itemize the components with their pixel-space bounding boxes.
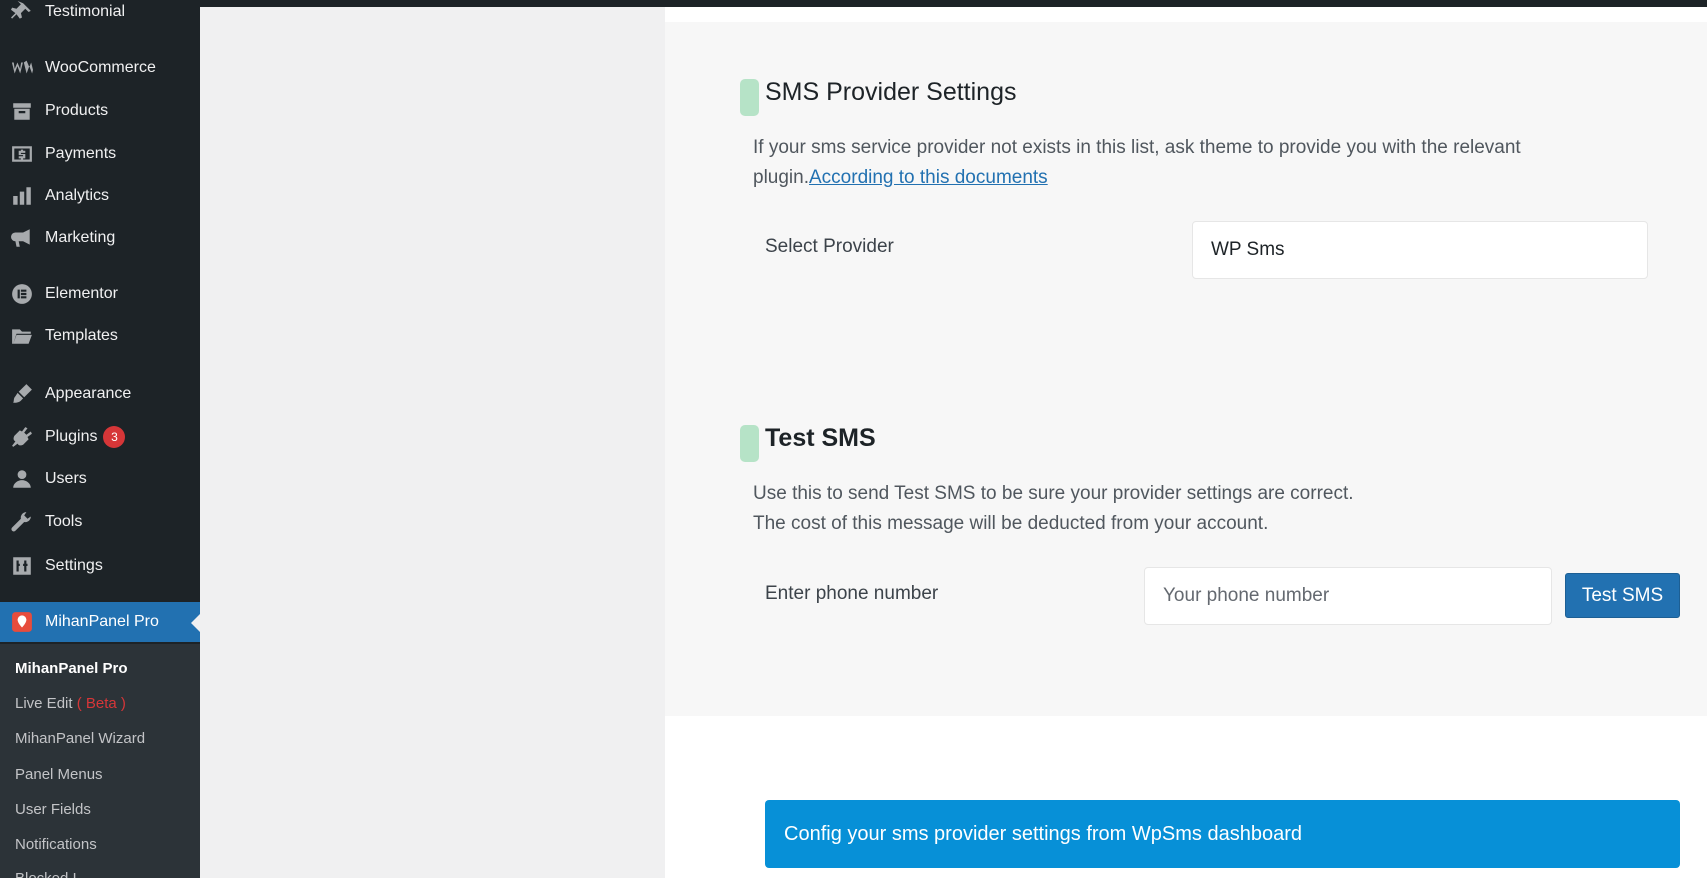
submenu-item-live-edit[interactable]: Live Edit ( Beta ) <box>15 695 126 712</box>
brush-icon <box>10 382 34 406</box>
sidebar-item-payments[interactable]: Payments <box>0 134 200 174</box>
description-line: The cost of this message will be deducte… <box>753 513 1269 534</box>
sidebar-item-label: Analytics <box>45 187 110 204</box>
sidebar-item-label: Users <box>45 470 87 487</box>
beta-tag: ( Beta ) <box>76 695 126 712</box>
sidebar-item-label: WooCommerce <box>45 59 156 76</box>
description-line: Use this to send Test SMS to be sure you… <box>753 483 1354 504</box>
provider-select[interactable]: WP Sms <box>1192 221 1648 279</box>
mihanpanel-icon <box>10 610 34 634</box>
sidebar-item-mihanpanel-pro[interactable]: MihanPanel Pro <box>0 602 200 642</box>
wpsms-config-notice[interactable]: Config your sms provider settings from W… <box>765 800 1680 868</box>
test-sms-description: Use this to send Test SMS to be sure you… <box>753 479 1653 539</box>
phone-number-label: Enter phone number <box>765 583 939 604</box>
submenu-item-panel-menus[interactable]: Panel Menus <box>15 766 103 783</box>
submenu-item-user-fields[interactable]: User Fields <box>15 801 91 818</box>
pin-icon <box>10 0 34 24</box>
section-marker <box>740 425 759 462</box>
plugins-update-badge: 3 <box>103 426 126 448</box>
sidebar-item-plugins[interactable]: Plugins 3 <box>0 417 200 457</box>
panel-top-strip <box>665 7 1707 22</box>
sidebar-item-label: MihanPanel Pro <box>45 613 159 630</box>
submenu-item-blocked[interactable]: Blocked I... <box>15 870 89 878</box>
submenu-item-mihanpanel-pro[interactable]: MihanPanel Pro <box>15 660 128 677</box>
phone-number-input[interactable] <box>1163 585 1551 607</box>
sidebar-item-elementor[interactable]: Elementor <box>0 274 200 314</box>
archive-icon <box>10 99 34 123</box>
sidebar-item-label: Testimonial <box>45 3 126 20</box>
select-provider-label: Select Provider <box>765 236 894 257</box>
sidebar-item-tools[interactable]: Tools <box>0 502 200 542</box>
wrench-icon <box>10 510 34 534</box>
admin-top-bar <box>0 0 1707 7</box>
sidebar-item-label: Tools <box>45 513 83 530</box>
submenu-item-notifications[interactable]: Notifications <box>15 836 97 853</box>
sidebar-item-label: Payments <box>45 145 117 162</box>
sidebar-item-label: Elementor <box>45 285 118 302</box>
test-sms-button[interactable]: Test SMS <box>1565 573 1680 618</box>
dollar-icon <box>10 142 34 166</box>
content-left-pane <box>200 7 665 878</box>
folder-icon <box>10 324 34 348</box>
sidebar-item-woocommerce[interactable]: WooCommerce <box>0 48 200 88</box>
provider-select-value: WP Sms <box>1211 239 1285 260</box>
sliders-icon <box>10 554 34 578</box>
sidebar-item-label: Marketing <box>45 229 116 246</box>
sidebar-item-label: Plugins <box>45 428 98 445</box>
sidebar-item-products[interactable]: Products <box>0 91 200 131</box>
sidebar-item-testimonial[interactable]: Testimonial <box>0 0 200 32</box>
woocommerce-icon <box>10 56 34 80</box>
settings-panel: SMS Provider Settings If your sms servic… <box>665 22 1707 716</box>
sidebar-item-label: Appearance <box>45 385 132 402</box>
sidebar-item-templates[interactable]: Templates <box>0 316 200 356</box>
sidebar-item-users[interactable]: Users <box>0 459 200 499</box>
bar-chart-icon <box>10 184 34 208</box>
sidebar-item-marketing[interactable]: Marketing <box>0 218 200 258</box>
section-marker <box>740 79 759 116</box>
sidebar-item-label: Settings <box>45 557 103 574</box>
content-below-panel: Config your sms provider settings from W… <box>665 716 1707 878</box>
submenu-item-label: Live Edit <box>15 695 73 712</box>
documents-link[interactable]: According to this documents <box>809 167 1048 188</box>
sidebar-item-settings[interactable]: Settings <box>0 546 200 586</box>
sidebar-item-appearance[interactable]: Appearance <box>0 374 200 414</box>
sidebar-item-label: Templates <box>45 327 118 344</box>
megaphone-icon <box>10 226 34 250</box>
sms-provider-description: If your sms service provider not exists … <box>753 133 1653 193</box>
sms-provider-title: SMS Provider Settings <box>765 78 1017 106</box>
user-icon <box>10 467 34 491</box>
sidebar-item-label: Products <box>45 102 109 119</box>
elementor-icon <box>10 282 34 306</box>
mihanpanel-submenu: MihanPanel Pro Live Edit ( Beta ) MihanP… <box>0 644 200 878</box>
admin-sidebar: Testimonial WooCommerce Products Payment… <box>0 0 200 878</box>
sidebar-item-analytics[interactable]: Analytics <box>0 176 200 216</box>
submenu-item-wizard[interactable]: MihanPanel Wizard <box>15 730 145 747</box>
plug-icon <box>10 425 34 449</box>
test-sms-title: Test SMS <box>765 424 876 452</box>
phone-number-field[interactable] <box>1144 567 1552 625</box>
